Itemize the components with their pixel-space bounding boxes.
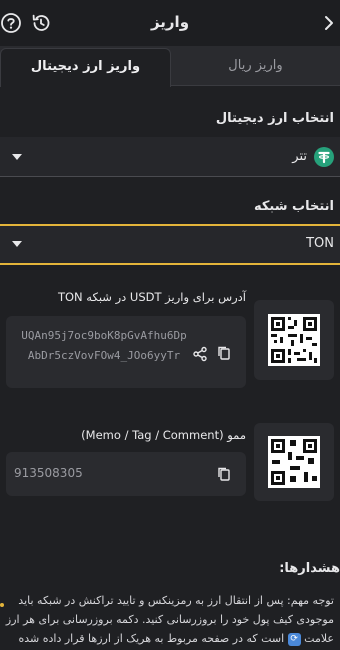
network-select-value: TON xyxy=(306,236,334,251)
warnings-title: هشدارها: xyxy=(279,561,340,576)
warning-text-part2: است که در صفحه مربوط به هریک از ارزها قر… xyxy=(18,632,285,645)
tab-rial-deposit[interactable]: واریز ریال xyxy=(171,46,340,86)
qr-code-icon xyxy=(268,314,320,366)
app-header: واریز xyxy=(0,0,340,46)
share-icon[interactable] xyxy=(192,346,208,362)
chevron-down-icon xyxy=(12,154,22,160)
chevron-right-icon[interactable] xyxy=(322,14,336,32)
tether-icon xyxy=(314,147,334,167)
copy-icon[interactable] xyxy=(216,466,232,482)
address-box: UQAn95j7oc9boK8pGvAfhu6DpAbDr5czVovFOw4_… xyxy=(6,316,246,388)
coin-select-value: تتر xyxy=(292,149,307,164)
network-select-label: انتخاب شبکه xyxy=(253,199,334,214)
coin-select-label: انتخاب ارز دیجیتال xyxy=(215,111,334,126)
coin-select[interactable]: تتر xyxy=(0,137,340,177)
chevron-down-icon xyxy=(12,241,22,247)
memo-qr-box[interactable] xyxy=(254,423,334,501)
copy-icon[interactable] xyxy=(216,345,232,361)
address-qr-box[interactable] xyxy=(254,300,334,380)
memo-value[interactable]: 913508305 xyxy=(14,466,83,480)
refresh-icon: ⟳ xyxy=(287,632,301,646)
address-label: آدرس برای واریز USDT در شبکه TON xyxy=(57,290,246,304)
qr-code-icon xyxy=(268,436,320,488)
deposit-address[interactable]: UQAn95j7oc9boK8pGvAfhu6DpAbDr5czVovFOw4_… xyxy=(18,326,190,366)
deposit-tabs: واریز ریال واریز ارز دیجیتال xyxy=(0,46,340,87)
warnings-text: توجه مهم: پس از انتقال ارز به رمزینکس و … xyxy=(4,591,334,648)
network-select[interactable]: TON xyxy=(0,224,340,265)
memo-label: ممو (Memo / Tag / Comment) xyxy=(81,428,246,442)
memo-box: 913508305 xyxy=(6,452,246,496)
page-title: واریز xyxy=(150,13,190,31)
tab-crypto-deposit[interactable]: واریز ارز دیجیتال xyxy=(0,48,171,87)
